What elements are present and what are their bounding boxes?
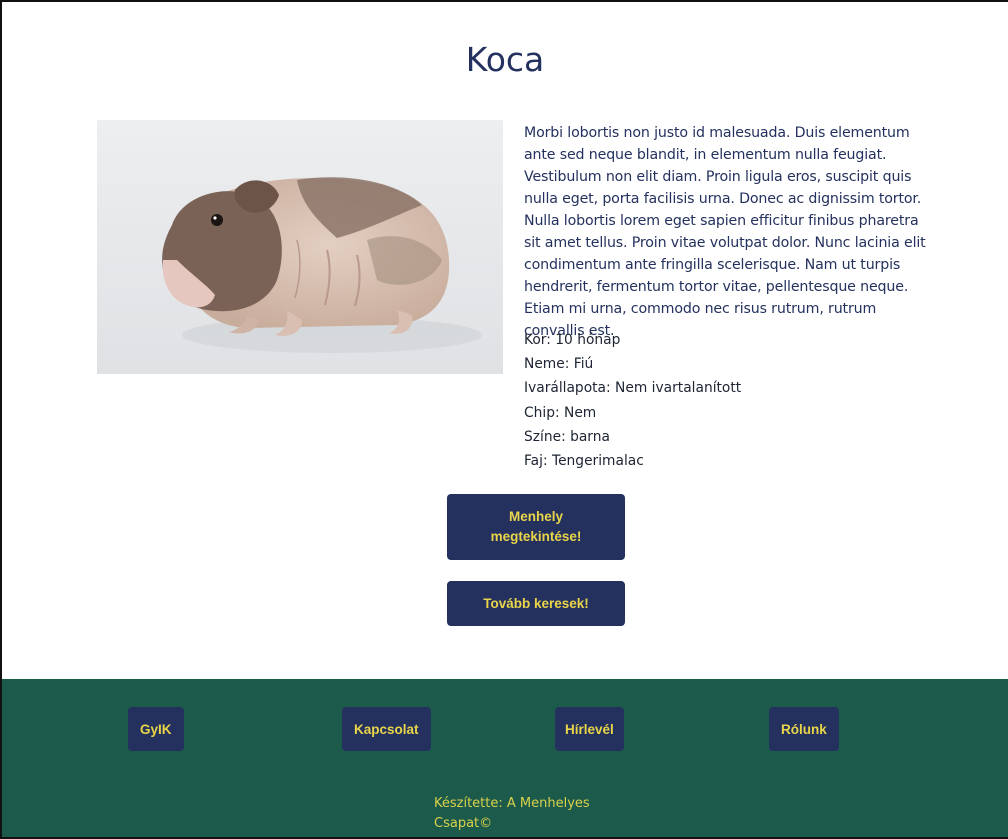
fact-sex: Neme: Fiú [524,356,594,373]
footer-credit: Készítette: A Menhelyes Csapat© [434,796,590,831]
page-title: Koca [465,40,545,79]
pet-description: Morbi lobortis non justo id malesuada. D… [524,125,926,339]
fact-color: Színe: barna [524,428,610,445]
fact-chip: Chip: Nem [524,404,597,421]
pet-facts-list: Kor: 10 hónap Neme: Fiú Ivarállapota: Ne… [524,328,741,473]
footer-link-newsletter[interactable]: Hírlevél [555,707,624,751]
view-shelter-button[interactable]: Menhely megtekintése! [447,494,625,560]
footer-link-about[interactable]: Rólunk [769,707,839,751]
guinea-pig-photo-icon [97,120,503,374]
footer: GyIK Kapcsolat Hírlevél Rólunk Készített… [2,679,1008,837]
footer-link-faq[interactable]: GyIK [128,707,184,751]
page-frame: Koca Morbi lobortis non justo id malesua… [0,0,1008,839]
fact-species: Faj: Tengerimalac [524,453,644,470]
keep-searching-button[interactable]: Tovább keresek! [447,581,625,626]
footer-link-contact[interactable]: Kapcsolat [342,707,431,751]
pet-photo [97,120,503,374]
fact-age: Kor: 10 hónap [524,332,621,348]
fact-neuter-status: Ivarállapota: Nem ivartalanított [524,380,742,397]
